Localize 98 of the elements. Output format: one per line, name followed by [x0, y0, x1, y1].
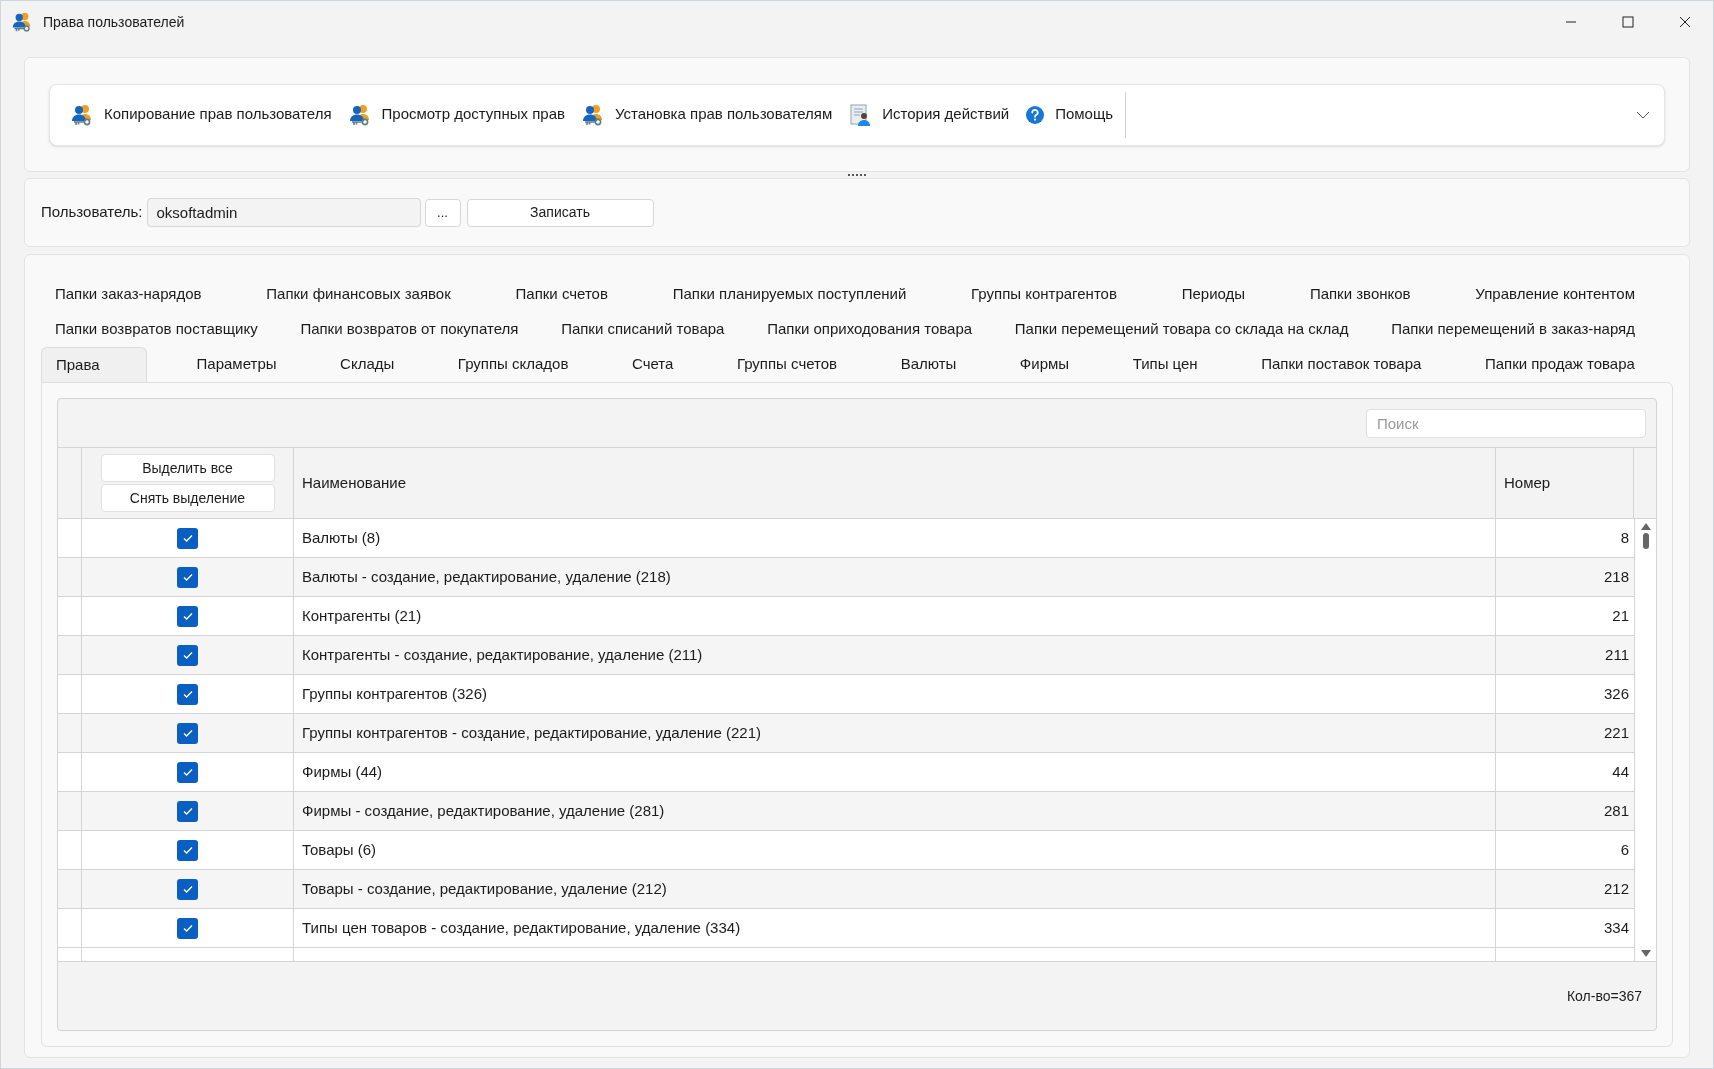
user-label: Пользователь: — [41, 202, 143, 223]
column-header[interactable]: Номер — [1496, 448, 1634, 518]
checkbox[interactable] — [177, 917, 198, 939]
table-cell: Контрагенты - создание, редактирование, удаление (211) — [294, 636, 1496, 674]
table-cell-text: 334 — [1602, 917, 1630, 938]
table-cell: Валюты - создание, редактирование, удаление (218) — [294, 558, 1496, 596]
table-cell-text: 218 — [1602, 566, 1630, 587]
browse-button[interactable]: ... — [424, 198, 461, 227]
users-key-icon — [347, 102, 372, 127]
tab[interactable]: Папки продаж товара — [1470, 347, 1649, 382]
maximize-icon[interactable] — [1622, 16, 1634, 28]
column-header[interactable]: Наименование — [294, 448, 1496, 518]
tab[interactable]: Папки перемещений товара со склада на склад — [1000, 312, 1363, 347]
table-cell-text: 8 — [1619, 527, 1630, 548]
check-icon — [181, 766, 194, 778]
checkbox[interactable] — [177, 878, 198, 900]
table-cell: Фирмы (44) — [294, 753, 1496, 791]
tab[interactable]: Папки финансовых заявок — [252, 277, 465, 312]
tab[interactable]: Папки возвратов от покупателя — [286, 312, 533, 347]
tab[interactable]: Валюты — [886, 347, 971, 382]
tab[interactable]: Управление контентом — [1461, 277, 1649, 312]
tab[interactable]: Папки оприходования товара — [753, 312, 987, 347]
deselect-button[interactable]: Снять выделение — [100, 484, 275, 512]
checkbox[interactable] — [177, 722, 198, 744]
table-cell: Валюты (8) — [294, 519, 1496, 557]
table-cell-text: 212 — [1602, 878, 1630, 899]
check-icon — [181, 844, 194, 856]
toolbar-button[interactable]: Установка прав пользователям — [572, 94, 841, 135]
tab[interactable]: Папки планируемых поступлений — [658, 277, 921, 312]
tab[interactable]: Папки звонков — [1295, 277, 1425, 312]
tab[interactable]: Папки возвратов поставщику — [41, 312, 272, 347]
tab[interactable]: Периоды — [1167, 277, 1260, 312]
checkbox[interactable] — [177, 683, 198, 705]
check-icon — [181, 688, 194, 700]
checkbox[interactable] — [177, 644, 198, 666]
toolbar-button[interactable]: История действий — [840, 94, 1018, 135]
window-title: Права пользователей — [43, 12, 185, 32]
checkbox[interactable] — [177, 605, 198, 627]
check-icon — [181, 727, 194, 739]
users-key-icon — [580, 102, 605, 127]
checkbox[interactable] — [177, 566, 198, 588]
scroll-down-icon[interactable] — [1640, 950, 1651, 957]
user-field[interactable]: oksoftadmin — [146, 198, 421, 227]
scrollbar[interactable] — [1634, 519, 1656, 961]
table-cell-text: 211 — [1604, 644, 1630, 665]
check-icon — [181, 883, 194, 895]
tab[interactable]: Счета — [617, 347, 688, 382]
tab[interactable]: Фирмы — [1005, 347, 1084, 382]
checkbox[interactable] — [177, 839, 198, 861]
tab[interactable]: Папки перемещений в заказ-наряд — [1377, 312, 1649, 347]
scroll-thumb[interactable] — [1642, 533, 1649, 549]
save-button[interactable]: Записать — [466, 198, 654, 227]
toolbar-button[interactable]: Просмотр доступных прав — [339, 94, 573, 135]
tab[interactable]: Права — [41, 347, 147, 382]
document-person-icon — [848, 102, 873, 127]
tab[interactable]: Папки заказ-нарядов — [41, 277, 216, 312]
checkbox[interactable] — [177, 761, 198, 783]
tab[interactable]: Склады — [326, 347, 409, 382]
tab[interactable]: Типы цен — [1118, 347, 1212, 382]
check-icon — [181, 649, 194, 661]
tab[interactable]: Группы контрагентов — [957, 277, 1131, 312]
table-cell: Товары (6) — [294, 831, 1496, 869]
check-icon — [181, 610, 194, 622]
table-cell-text: 281 — [1602, 800, 1630, 821]
close-icon[interactable] — [1679, 16, 1691, 28]
table-cell: Контрагенты (21) — [294, 597, 1496, 635]
tab[interactable]: Папки счетов — [501, 277, 622, 312]
users-key-icon — [70, 102, 94, 127]
table-cell-text: 326 — [1602, 683, 1630, 704]
tab[interactable]: Группы складов — [443, 347, 583, 382]
table-cell: Группы контрагентов - создание, редактирование, удаление (221) — [294, 714, 1496, 752]
check-icon — [181, 805, 194, 817]
search-field[interactable]: Поиск — [1366, 408, 1646, 438]
toolbar-button[interactable]: Помощь — [1017, 94, 1122, 135]
table-cell: Товары - создание, редактирование, удаление (212) — [294, 870, 1496, 908]
toolbar-button[interactable]: Копирование прав пользователя — [62, 94, 340, 135]
table-cell: Типы цен товаров - создание, редактирование, удаление (334) — [294, 909, 1496, 947]
table-cell: Группы контрагентов (326) — [294, 675, 1496, 713]
table-cell: Фирмы - создание, редактирование, удаление (281) — [294, 792, 1496, 830]
table-cell-text: 21 — [1611, 605, 1630, 626]
select-all-button[interactable]: Выделить все — [100, 454, 275, 482]
table-cell-text: 6 — [1619, 839, 1630, 860]
table-cell-text: 44 — [1611, 761, 1630, 782]
check-icon — [181, 532, 194, 544]
checkbox[interactable] — [177, 800, 198, 822]
chevron-down-icon[interactable] — [1636, 110, 1650, 119]
tab[interactable]: Папки поставок товара — [1247, 347, 1436, 382]
scroll-up-icon[interactable] — [1640, 523, 1651, 530]
row-count: Кол-во=367 — [1566, 986, 1642, 1006]
check-icon — [181, 571, 194, 583]
help-icon — [1025, 104, 1046, 125]
tab[interactable]: Параметры — [182, 347, 291, 382]
app-icon — [11, 11, 33, 33]
tab[interactable]: Группы счетов — [722, 347, 852, 382]
check-icon — [181, 922, 194, 934]
tab[interactable]: Папки списаний товара — [547, 312, 739, 347]
table-cell-text: 221 — [1602, 722, 1630, 743]
checkbox[interactable] — [177, 527, 198, 549]
